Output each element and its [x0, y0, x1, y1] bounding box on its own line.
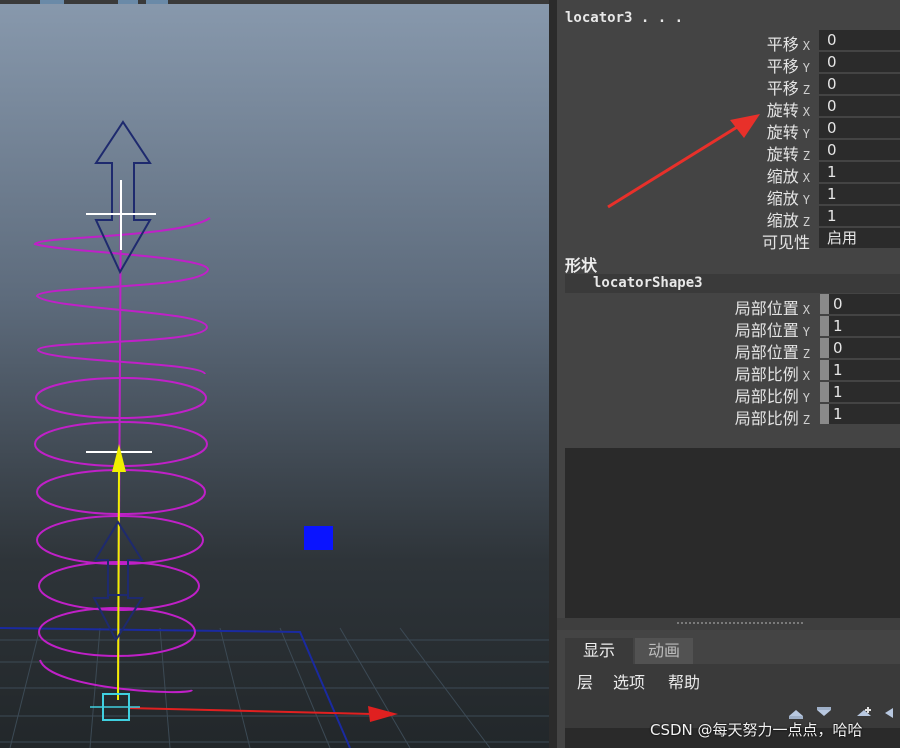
local-position-x-field[interactable]: 0: [829, 294, 900, 314]
shape-section-title[interactable]: 形状: [565, 252, 597, 276]
attr-row-rotate-x: 旋转 X 0: [557, 96, 900, 120]
scale-y-field[interactable]: 1: [819, 184, 900, 204]
watermark-text: CSDN @每天努力一点点，哈哈: [650, 721, 863, 739]
rotate-x-field[interactable]: 0: [819, 96, 900, 116]
attr-row-local-scale-y: 局部比例 Y 1: [557, 382, 900, 406]
pane-resize-handle[interactable]: [557, 618, 900, 630]
attr-row-rotate-z: 旋转 Z 0: [557, 140, 900, 164]
attr-row-visibility: 可见性 启用: [557, 228, 900, 252]
slider-handle[interactable]: [820, 360, 829, 380]
shape-header[interactable]: locatorShape3: [565, 274, 900, 293]
attr-row-local-position-x: 局部位置 X 0: [557, 294, 900, 318]
top-double-arrow-gizmo[interactable]: [94, 120, 152, 275]
attr-row-rotate-y: 旋转 Y 0: [557, 118, 900, 142]
rotate-y-field[interactable]: 0: [819, 118, 900, 138]
attr-label: 局部比例 Z: [734, 409, 810, 428]
attr-row-local-position-y: 局部位置 Y 1: [557, 316, 900, 340]
slider-handle[interactable]: [820, 316, 829, 336]
attr-row-translate-z: 平移 Z 0: [557, 74, 900, 98]
scene-canvas[interactable]: [0, 0, 549, 748]
move-layer-down-icon[interactable]: [815, 706, 833, 720]
y-axis-arrowhead[interactable]: [112, 444, 126, 472]
slider-handle[interactable]: [820, 338, 829, 358]
attr-row-translate-y: 平移 Y 0: [557, 52, 900, 76]
helix-curve[interactable]: [33, 217, 211, 694]
attr-row-scale-y: 缩放 Y 1: [557, 184, 900, 208]
slider-handle[interactable]: [820, 382, 829, 402]
menu-layers[interactable]: 层: [577, 669, 593, 693]
tab-display[interactable]: 显示: [565, 638, 633, 664]
local-position-y-field[interactable]: 1: [829, 316, 900, 336]
local-position-z-field[interactable]: 0: [829, 338, 900, 358]
ground-grid: [0, 627, 549, 748]
node-name: locator3 . . .: [565, 10, 684, 26]
local-scale-x-field[interactable]: 1: [829, 360, 900, 380]
layer-menu-bar: 层 选项 帮助: [565, 664, 900, 698]
visibility-field[interactable]: 启用: [819, 228, 900, 248]
menu-options[interactable]: 选项: [613, 669, 645, 693]
scale-x-field[interactable]: 1: [819, 162, 900, 182]
translate-z-field[interactable]: 0: [819, 74, 900, 94]
panel-splitter[interactable]: [549, 0, 557, 748]
menu-help[interactable]: 帮助: [668, 669, 700, 693]
translate-y-field[interactable]: 0: [819, 52, 900, 72]
3d-viewport[interactable]: [0, 0, 549, 748]
blue-square-object[interactable]: [304, 526, 333, 550]
attr-row-translate-x: 平移 X 0: [557, 30, 900, 54]
notes-pane[interactable]: [565, 448, 900, 618]
rotate-z-field[interactable]: 0: [819, 140, 900, 160]
attribute-editor-panel: locator3 . . . 平移 X 0 平移 Y 0 平移 Z 0 旋转 X 0 旋…: [557, 0, 900, 748]
attr-row-local-scale-z: 局部比例 Z 1: [557, 404, 900, 428]
attr-row-scale-z: 缩放 Z 1: [557, 206, 900, 230]
attr-label: 可见性: [761, 233, 810, 252]
local-scale-z-field[interactable]: 1: [829, 404, 900, 424]
resize-dots: [677, 622, 803, 626]
attr-row-scale-x: 缩放 X 1: [557, 162, 900, 186]
new-layer-icon[interactable]: [855, 706, 873, 720]
scale-z-field[interactable]: 1: [819, 206, 900, 226]
slider-handle[interactable]: [820, 404, 829, 424]
x-axis[interactable]: [127, 707, 373, 715]
tab-animation[interactable]: 动画: [635, 638, 693, 664]
shape-name: locatorShape3: [593, 275, 703, 291]
attr-row-local-scale-x: 局部比例 X 1: [557, 360, 900, 384]
move-layer-up-icon[interactable]: [787, 706, 805, 720]
y-axis[interactable]: [117, 469, 120, 701]
translate-x-field[interactable]: 0: [819, 30, 900, 50]
attr-row-local-position-z: 局部位置 Z 0: [557, 338, 900, 362]
attribute-editor-pane: locator3 . . . 平移 X 0 平移 Y 0 平移 Z 0 旋转 X 0 旋…: [557, 0, 900, 443]
local-scale-y-field[interactable]: 1: [829, 382, 900, 402]
add-selected-to-layer-icon[interactable]: [883, 706, 900, 720]
slider-handle[interactable]: [820, 294, 829, 314]
